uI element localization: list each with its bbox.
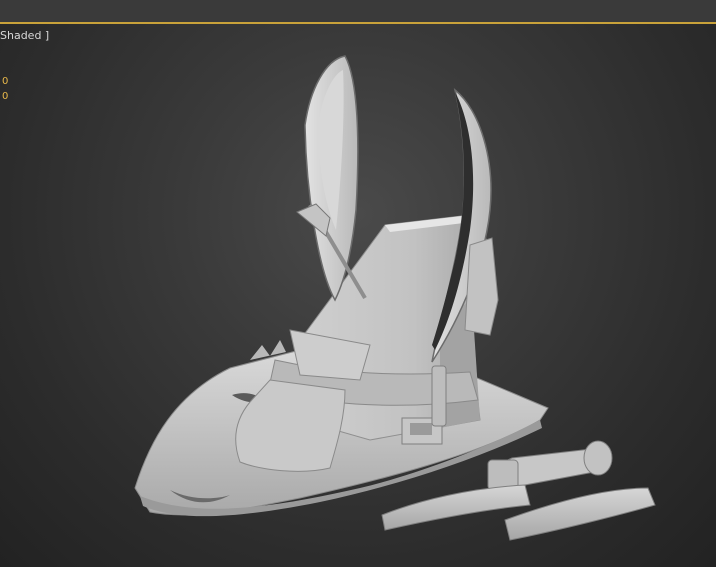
viewport-title-bar	[0, 0, 716, 22]
3d-viewport[interactable]: Shaded ] 0 0	[0, 24, 716, 567]
hat-model-icon[interactable]	[0, 24, 716, 567]
